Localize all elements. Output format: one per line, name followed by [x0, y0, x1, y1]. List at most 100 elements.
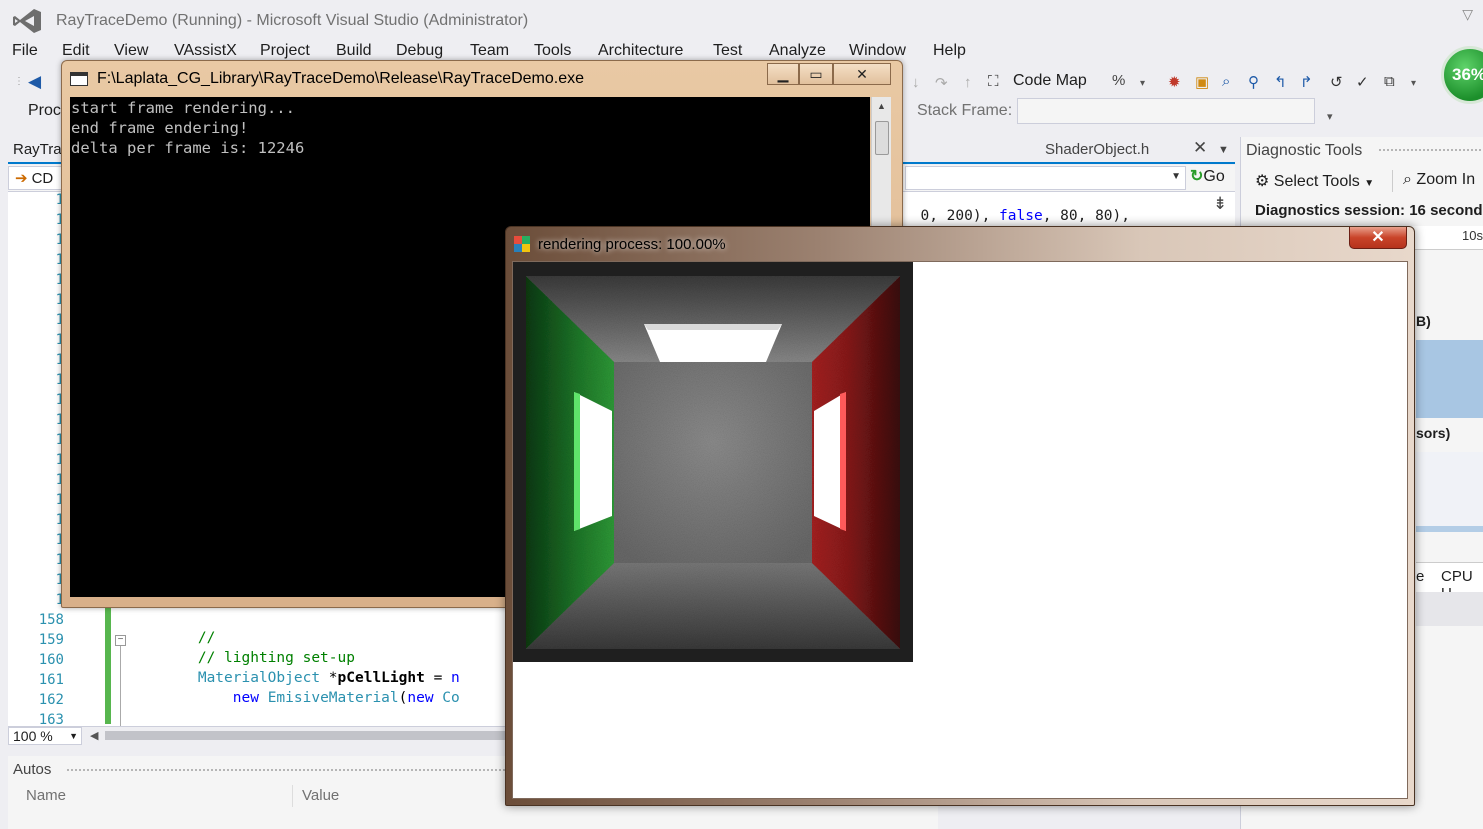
line-number: 1	[55, 272, 64, 288]
menu-file[interactable]: File	[12, 42, 38, 60]
close-button[interactable]: ✕	[833, 63, 891, 85]
scope-dropdown-value: CD	[31, 170, 54, 187]
code-map-button[interactable]: Code Map	[1013, 72, 1087, 90]
menu-tools[interactable]: Tools	[534, 42, 571, 60]
bookmark-prev-icon[interactable]: ↰	[1274, 73, 1287, 91]
menu-project[interactable]: Project	[260, 42, 310, 60]
console-line: end frame endering!	[71, 119, 249, 137]
bug-icon[interactable]: ✹	[1168, 73, 1181, 91]
code-token: false	[999, 208, 1043, 224]
tab-shaderobject[interactable]: ShaderObject.h	[1045, 141, 1149, 158]
line-number: 1	[55, 552, 64, 568]
cpu-graph-label: sors)	[1416, 425, 1451, 441]
menu-view[interactable]: View	[114, 42, 148, 60]
chevron-down-icon: ▼	[1364, 178, 1375, 189]
menu-edit[interactable]: Edit	[62, 42, 90, 60]
code-token: Co	[442, 690, 460, 706]
tab-events[interactable]: e	[1416, 568, 1424, 585]
go-button[interactable]: ↻Go	[1190, 166, 1225, 186]
navigate-back-icon[interactable]: ◀	[28, 72, 41, 92]
maximize-button[interactable]: ▭	[799, 63, 833, 85]
code-token: new	[407, 690, 443, 706]
panel-grip[interactable]	[1378, 148, 1483, 153]
line-number: 1	[55, 392, 64, 408]
process-label: Proc	[28, 102, 61, 119]
code-map-icon[interactable]: ⛶	[988, 73, 999, 90]
dropdown-arrow-icon[interactable]: ▾	[1140, 78, 1145, 89]
scope-dropdown[interactable]: ➔ CD	[8, 166, 68, 190]
split-window-icon[interactable]: ⇟	[1213, 194, 1227, 214]
scroll-left-icon[interactable]: ◀	[90, 729, 98, 742]
line-number: 1	[55, 232, 64, 248]
toolbar-overflow-icon[interactable]: ▾	[1411, 78, 1416, 89]
menu-vassistx[interactable]: VAssistX	[174, 42, 237, 60]
line-number: 1	[55, 332, 64, 348]
folder-icon[interactable]: ▣	[1195, 73, 1209, 91]
timeline-tick-label: 10s	[1462, 228, 1483, 243]
redo-icon[interactable]: ↷	[935, 74, 948, 92]
percent-tool-icon[interactable]: %	[1112, 72, 1125, 89]
cornell-box-render	[526, 276, 900, 649]
up-arrow-icon[interactable]: ↑	[964, 74, 972, 91]
line-number: 1	[55, 512, 64, 528]
line-number: 1	[55, 252, 64, 268]
code-line[interactable]: //	[128, 630, 215, 646]
menu-architecture[interactable]: Architecture	[598, 42, 683, 60]
memory-graph-label: B)	[1416, 313, 1431, 329]
toolbar-customize-icon[interactable]: ▾	[1327, 110, 1333, 123]
code-line[interactable]: new EmisiveMaterial(new Co	[128, 690, 460, 706]
menu-debug[interactable]: Debug	[396, 42, 443, 60]
member-dropdown[interactable]: ▼	[905, 166, 1186, 190]
render-close-button[interactable]: ✕	[1349, 227, 1407, 249]
menu-analyze[interactable]: Analyze	[769, 42, 826, 60]
scroll-thumb[interactable]	[875, 121, 889, 155]
tab-raytrace[interactable]: RayTra	[13, 141, 62, 158]
scroll-up-icon[interactable]: ▲	[877, 101, 886, 111]
left-light-glow	[574, 392, 580, 531]
spell-check-icon[interactable]: ✓	[1356, 73, 1369, 91]
search-symbol-icon[interactable]: ⚲	[1248, 73, 1259, 91]
menu-window[interactable]: Window	[849, 42, 906, 60]
horizontal-scrollbar[interactable]	[105, 731, 525, 740]
menu-test[interactable]: Test	[713, 42, 742, 60]
autos-column-name[interactable]: Name	[26, 787, 66, 804]
minimize-button[interactable]: ▁	[767, 63, 799, 85]
find-icon[interactable]: ⌕	[1222, 73, 1230, 90]
undo-history-icon[interactable]: ↺	[1330, 73, 1343, 91]
cpu-usage-graph	[1416, 452, 1483, 532]
code-line[interactable]: MaterialObject *pCellLight = n	[128, 670, 460, 686]
select-tools-button[interactable]: ⚙ Select Tools ▼	[1255, 171, 1374, 191]
diagnostic-tools-title: Diagnostic Tools	[1246, 142, 1363, 159]
stack-frame-dropdown[interactable]	[1017, 98, 1315, 124]
chevron-down-icon: ▼	[69, 731, 78, 741]
code-fragment-text: 0, 200), false, 80, 80),	[920, 208, 1131, 224]
zoom-dropdown[interactable]: 100 % ▼	[8, 727, 82, 745]
autos-column-value[interactable]: Value	[302, 787, 339, 804]
chevron-down-icon: ▼	[1171, 171, 1181, 182]
zoom-in-button[interactable]: ⌕ Zoom In	[1403, 171, 1475, 189]
code-token: n	[451, 670, 460, 686]
code-token: pCellLight	[337, 670, 425, 686]
zoom-value: 100 %	[13, 728, 53, 744]
console-line: delta per frame is: 12246	[71, 139, 305, 157]
window-switch-icon[interactable]: ⧉	[1384, 73, 1395, 90]
collapse-region-icon[interactable]: −	[115, 635, 126, 646]
bookmark-next-icon[interactable]: ↱	[1300, 73, 1313, 91]
menu-build[interactable]: Build	[336, 42, 372, 60]
line-number: 1	[55, 212, 64, 228]
vs-titlebar: RayTraceDemo (Running) - Microsoft Visua…	[0, 0, 1483, 40]
step-out-icon[interactable]: ↓	[912, 74, 920, 91]
tab-list-dropdown-icon[interactable]: ▼	[1218, 144, 1229, 156]
zoom-in-label: Zoom In	[1416, 171, 1476, 188]
notification-flag-icon[interactable]: ▽	[1462, 6, 1473, 23]
line-number: 1	[55, 532, 64, 548]
column-separator[interactable]	[292, 785, 293, 807]
console-line: start frame rendering...	[71, 99, 295, 117]
code-line[interactable]: // lighting set-up	[128, 650, 355, 666]
right-light-glow	[840, 392, 846, 531]
menu-help[interactable]: Help	[933, 42, 966, 60]
menu-team[interactable]: Team	[470, 42, 509, 60]
line-number: 1	[55, 292, 64, 308]
close-tab-icon[interactable]: ✕	[1193, 138, 1207, 158]
code-token: MaterialObject	[128, 670, 329, 686]
